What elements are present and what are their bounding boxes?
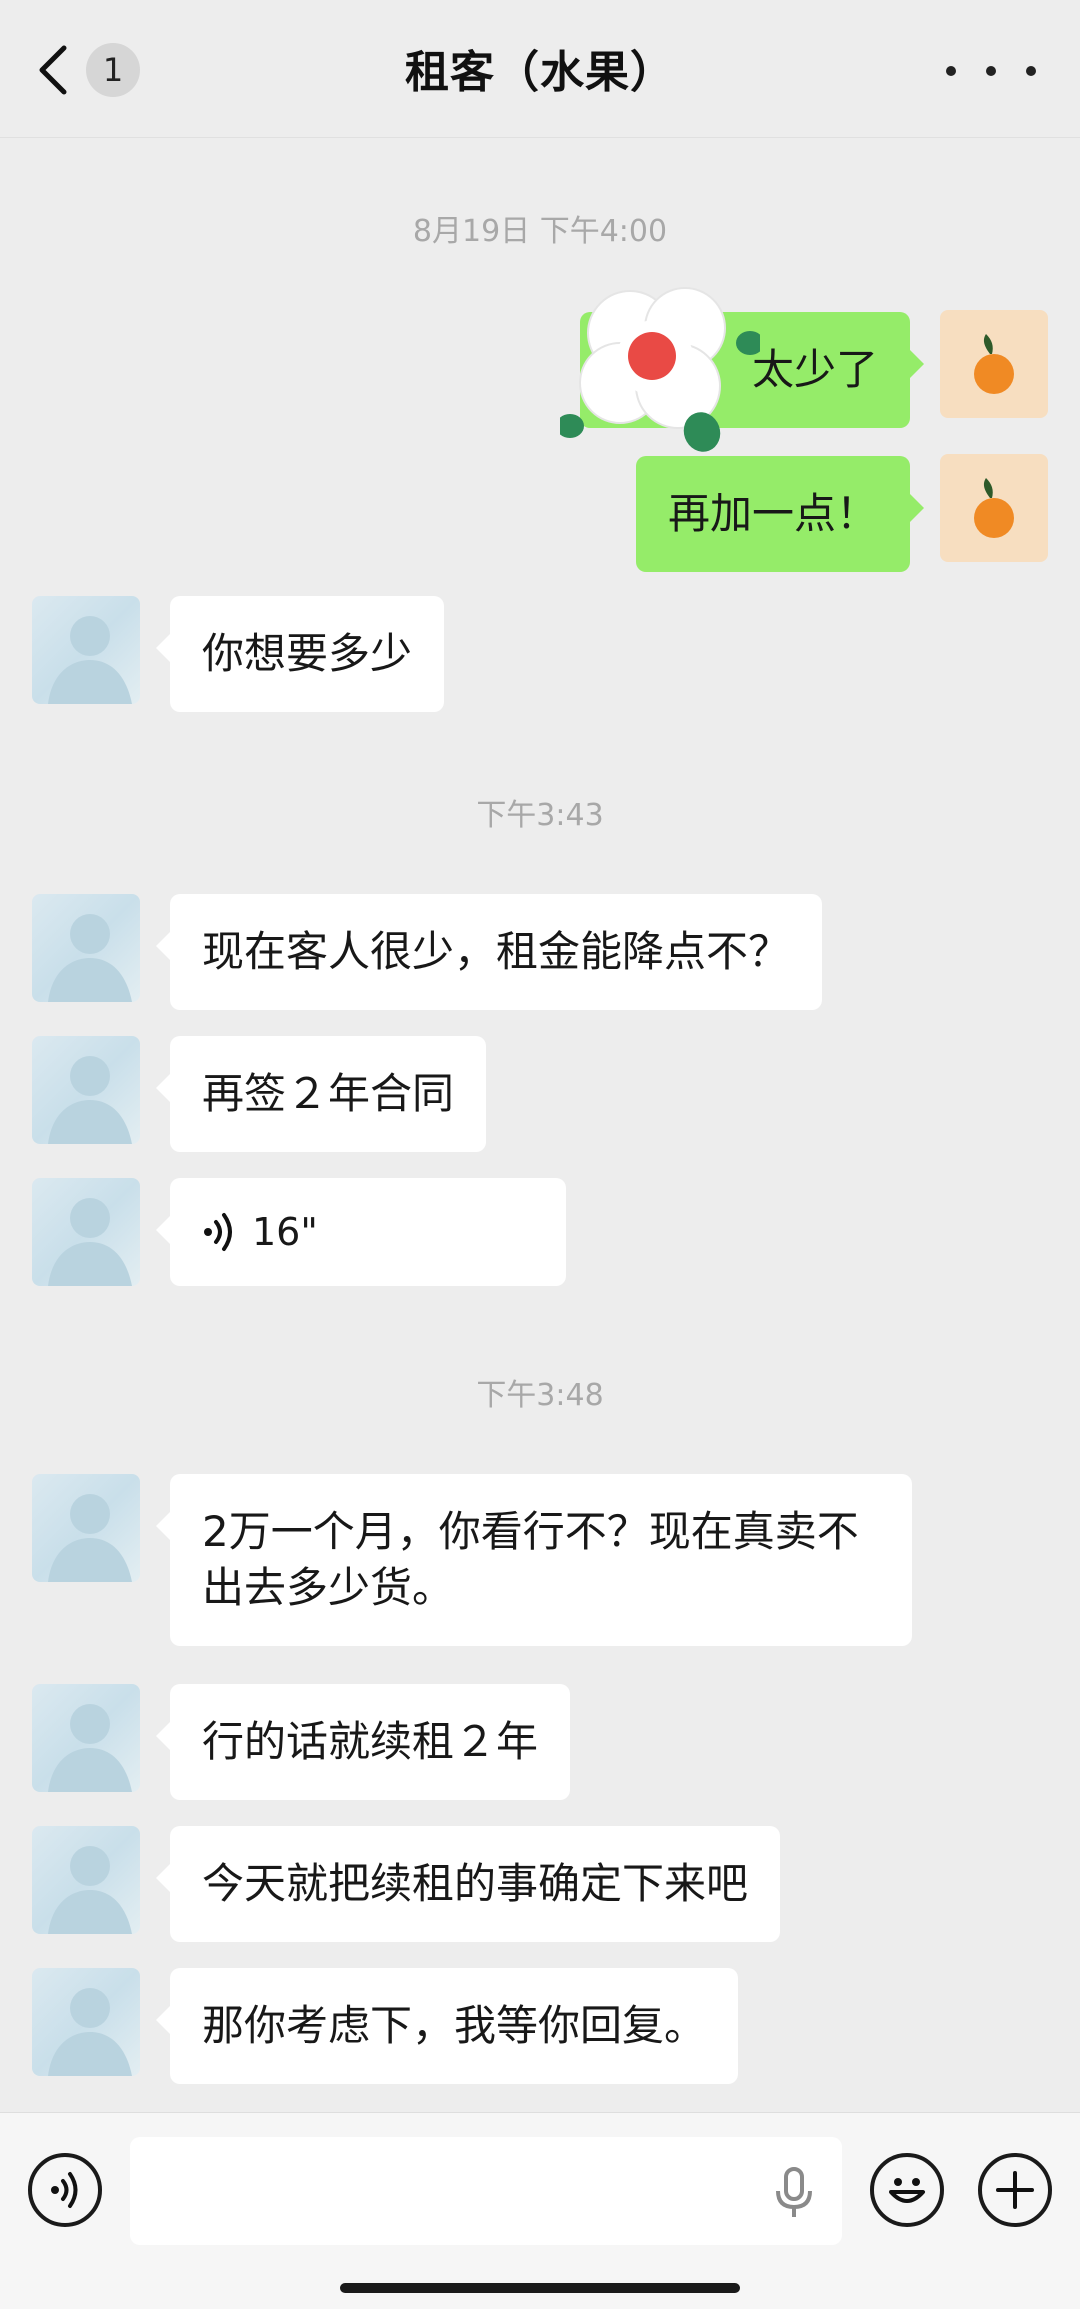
default-person-icon — [48, 1494, 132, 1582]
voice-icon — [51, 2172, 78, 2208]
contact-avatar[interactable] — [32, 1968, 140, 2076]
self-avatar[interactable] — [940, 310, 1048, 418]
leaf-sticker — [680, 410, 724, 454]
default-person-icon — [48, 1198, 132, 1286]
message-bubble[interactable]: 今天就把续租的事确定下来吧 — [155, 1826, 781, 1942]
message-bubble[interactable]: 那你考虑下，我等你回复。 — [155, 1968, 739, 2084]
default-person-icon — [48, 914, 132, 1002]
message-bubble[interactable]: 行的话就续租２年 — [155, 1684, 571, 1800]
contact-avatar[interactable] — [32, 1474, 140, 1582]
microphone-icon[interactable] — [774, 2167, 814, 2219]
timestamp: 8月19日 下午4:00 — [412, 214, 668, 249]
voice-message-bubble[interactable]: 16" — [156, 1178, 566, 1286]
chat-title: 租客（水果） — [405, 47, 675, 98]
message-bubble[interactable]: 2万一个月，你看行不？现在真卖不出去多少货。 — [156, 1474, 912, 1646]
more-options-button[interactable] — [946, 56, 1036, 86]
contact-avatar[interactable] — [32, 596, 140, 704]
more-functions-button[interactable] — [978, 2153, 1052, 2227]
voice-wave-icon — [204, 1213, 232, 1251]
contact-avatar[interactable] — [32, 1036, 140, 1144]
message-bubble[interactable]: 再加一点！ — [635, 456, 925, 572]
default-person-icon — [48, 616, 132, 704]
self-avatar[interactable] — [940, 454, 1048, 562]
message-bubble[interactable]: 再签２年合同 — [155, 1036, 487, 1152]
default-person-icon — [48, 1704, 132, 1792]
timestamp: 下午3:48 — [476, 1378, 604, 1413]
default-person-icon — [48, 1988, 132, 2076]
message-input[interactable] — [130, 2137, 842, 2245]
message-bubble[interactable]: 你想要多少 — [155, 596, 445, 712]
contact-avatar[interactable] — [32, 894, 140, 1002]
flower-icon — [556, 287, 764, 438]
contact-avatar[interactable] — [32, 1826, 140, 1934]
leaf-icon — [683, 412, 721, 452]
timestamp: 下午3:43 — [476, 798, 604, 833]
input-bar — [0, 2112, 1080, 2309]
flower-sticker — [556, 258, 764, 458]
message-list[interactable]: 8月19日 下午4:00 太少了 再加一点！ 你想要多少 下午3:43 现在客人… — [0, 138, 1080, 2112]
default-person-icon — [48, 1846, 132, 1934]
default-person-icon — [48, 1056, 132, 1144]
voice-input-toggle[interactable] — [28, 2153, 102, 2227]
ellipsis-icon — [946, 66, 956, 76]
home-indicator — [340, 2283, 740, 2293]
voice-duration: 16" — [252, 1210, 318, 1254]
orange-avatar-icon — [974, 478, 1014, 538]
chat-header: 1 租客（水果） — [0, 0, 1080, 138]
plus-icon — [996, 2171, 1034, 2209]
orange-avatar-icon — [974, 334, 1014, 394]
smiley-icon — [889, 2178, 925, 2203]
message-bubble[interactable]: 现在客人很少，租金能降点不？ — [155, 894, 823, 1010]
contact-avatar[interactable] — [32, 1684, 140, 1792]
contact-avatar[interactable] — [32, 1178, 140, 1286]
emoji-button[interactable] — [870, 2153, 944, 2227]
